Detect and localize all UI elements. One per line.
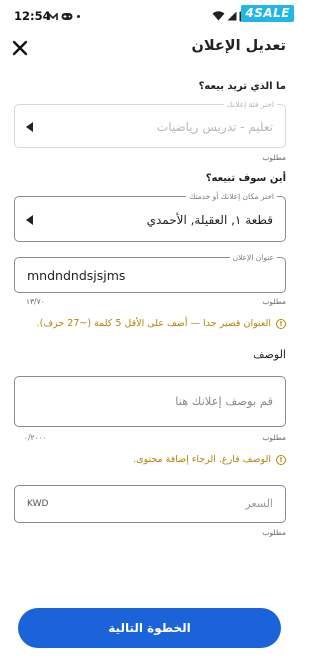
dot-icon	[77, 15, 80, 18]
price-helper: مطلوب	[262, 528, 286, 537]
description-warning-text: الوصف فارغ. الرجاء إضافة محتوى.	[133, 454, 271, 465]
status-bar: 12:54 4SALE	[0, 0, 300, 30]
description-char-counter: ٠/٢٠٠٠	[24, 433, 47, 442]
title-input[interactable]: عنوان الإعلان mndndndsjsjms	[14, 252, 286, 293]
m-notification-icon	[48, 13, 58, 20]
price-input[interactable]: السعر KWD	[14, 485, 286, 523]
info-icon: !	[276, 454, 286, 465]
dropdown-arrow-icon	[26, 122, 33, 132]
gamepad-icon	[61, 13, 73, 20]
category-helper: مطلوب	[262, 153, 286, 162]
title-warning-text: العنوان قصير جدا — أضف على الأقل 5 كلمة …	[36, 318, 271, 329]
title-floating-label: عنوان الإعلان	[229, 252, 277, 263]
wifi-icon	[212, 11, 225, 21]
status-time: 12:54	[14, 9, 51, 23]
info-icon: !	[276, 318, 286, 329]
next-step-button[interactable]: الخطوة التالية	[18, 608, 281, 648]
category-floating-label: اختر فئة إعلانك	[223, 99, 277, 110]
title-char-counter: ١٣/٧٠	[26, 297, 45, 306]
description-label: الوصف	[253, 348, 286, 361]
brand-badge: 4SALE	[241, 5, 294, 22]
description-placeholder: قم بوصف إعلانك هنا	[175, 394, 273, 408]
location-section-label: أين سوف تبيعه؟	[205, 173, 286, 184]
description-helper: مطلوب	[262, 433, 286, 442]
category-section-label: ما الذي تريد بيعه؟	[198, 81, 286, 92]
title-helper: مطلوب	[262, 297, 286, 306]
title-warning: ! العنوان قصير جدا — أضف على الأقل 5 كلم…	[37, 318, 286, 329]
location-floating-label: اختر مكان إعلانك أو خدمتك	[186, 191, 277, 202]
title-value: mndndndsjsjms	[27, 268, 126, 283]
description-warning: ! الوصف فارغ. الرجاء إضافة محتوى.	[133, 454, 286, 465]
currency-label: KWD	[27, 499, 49, 509]
price-placeholder: السعر	[245, 497, 273, 510]
location-select[interactable]: اختر مكان إعلانك أو خدمتك قطعة ١, العقيل…	[14, 191, 286, 242]
description-textarea[interactable]: قم بوصف إعلانك هنا	[14, 376, 286, 427]
page-title: تعديل الإعلان	[191, 38, 287, 54]
location-value: قطعة ١, العقيلة, الأحمدي	[146, 213, 273, 227]
dropdown-arrow-icon	[26, 215, 33, 225]
category-select[interactable]: اختر فئة إعلانك تعليم - تدريس رياضيات	[14, 99, 286, 148]
signal-icon	[227, 11, 237, 21]
app-bar: تعديل الإعلان	[0, 30, 300, 66]
close-icon[interactable]	[8, 36, 32, 60]
category-value: تعليم - تدريس رياضيات	[156, 120, 273, 134]
